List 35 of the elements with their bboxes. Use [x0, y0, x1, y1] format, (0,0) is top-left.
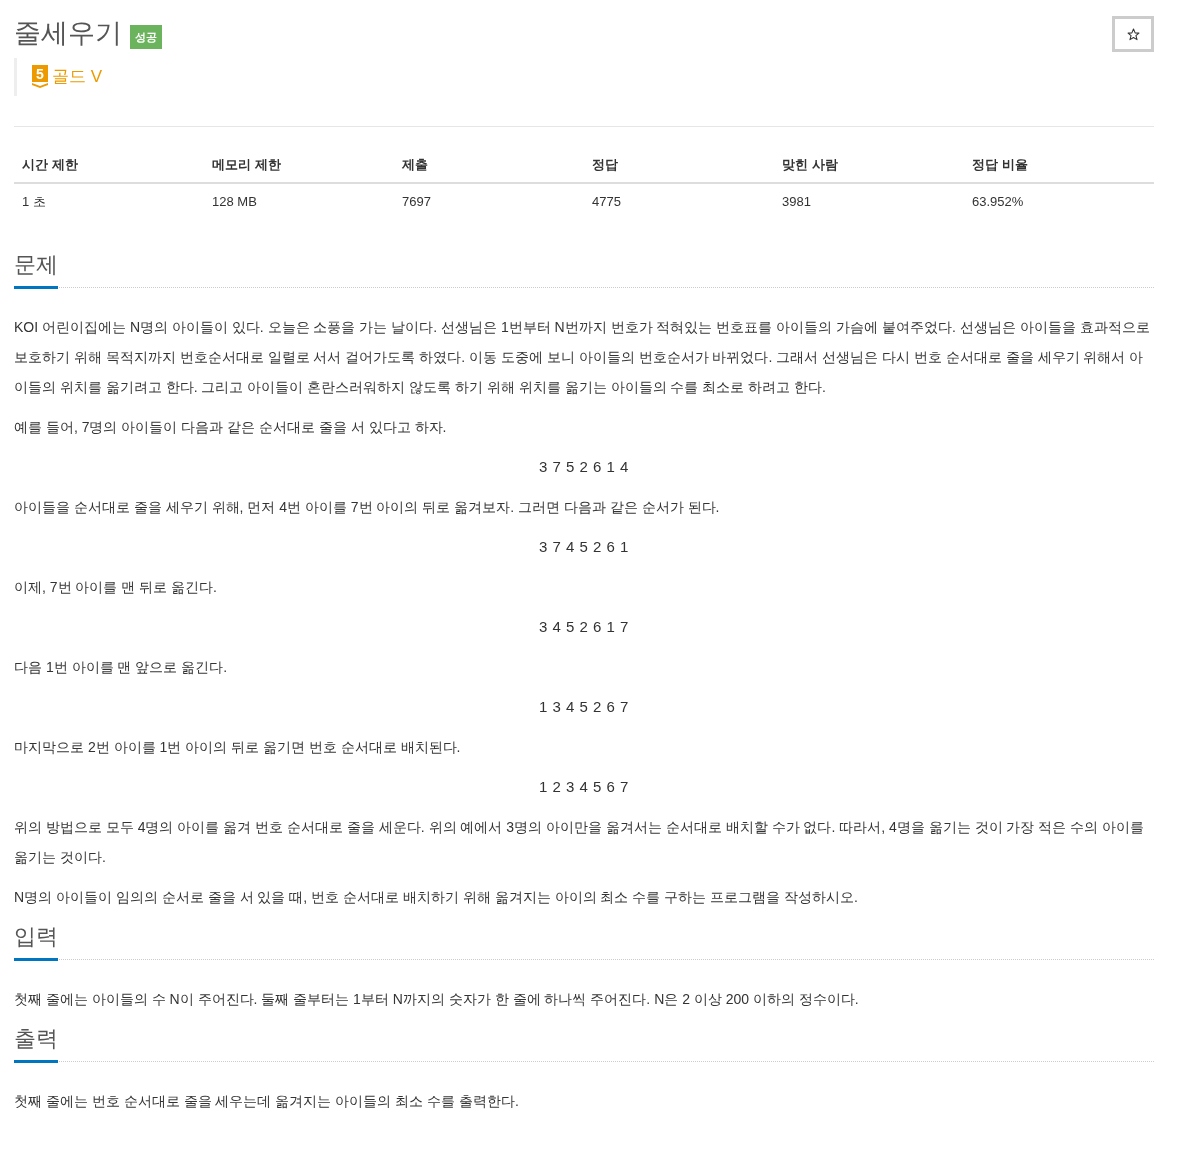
- paragraph: 이제, 7번 아이를 맨 뒤로 옮긴다.: [14, 578, 218, 597]
- problem-title: 줄세우기: [14, 17, 122, 50]
- table-cell: 4775: [584, 183, 774, 220]
- paragraph: 위의 방법으로 모두 4명의 아이를 옮겨 번호 순서대로 줄을 세운다. 위의 예에서 3명의 아이만을 옮겨서는 순서대로 배치할 수가 없다. 따라서, 4명을 옮기는 것이 가장 적은 수의 아이를 옮기는 것이다.: [14, 818, 1146, 867]
- paragraph: N명의 아이들이 임의의 순서로 줄을 서 있을 때, 번호 순서대로 배치하기 위해 옮겨지는 아이의 최소 수를 구하는 프로그램을 작성하시오.: [14, 888, 859, 907]
- column-header: 시간 제한: [14, 148, 204, 183]
- paragraph: 다음 1번 아이를 맨 앞으로 옮긴다.: [14, 658, 229, 677]
- column-header: 맞힌 사람: [774, 148, 964, 183]
- star-button[interactable]: [1112, 16, 1154, 52]
- table-cell: 1 초: [14, 183, 204, 220]
- number-sequence: 3 4 5 2 6 1 7: [538, 617, 630, 637]
- table-cell: 63.952%: [964, 183, 1154, 220]
- column-header: 정답 비율: [964, 148, 1154, 183]
- paragraph: 아이들을 순서대로 줄을 세우기 위해, 먼저 4번 아이를 7번 아이의 뒤로 옮겨보자. 그러면 다음과 같은 순서가 된다.: [14, 498, 721, 517]
- paragraph: 마지막으로 2번 아이를 1번 아이의 뒤로 옮기면 번호 순서대로 배치된다.: [14, 738, 462, 757]
- tier-label: 골드 V: [52, 65, 103, 88]
- number-sequence: 3 7 5 2 6 1 4: [538, 457, 630, 477]
- column-header: 제출: [394, 148, 584, 183]
- paragraph: 첫째 줄에는 아이들의 수 N이 주어진다. 둘째 줄부터는 1부터 N까지의 숫자가 한 줄에 하나씩 주어진다. N은 2 이상 200 이하의 정수이다.: [14, 990, 860, 1009]
- number-sequence: 1 2 3 4 5 6 7: [538, 777, 630, 797]
- section-title: 문제: [14, 250, 58, 289]
- column-header: 메모리 제한: [204, 148, 394, 183]
- table-cell: 128 MB: [204, 183, 394, 220]
- paragraph: KOI 어린이집에는 N명의 아이들이 있다. 오늘은 소풍을 가는 날이다. 선생님은 1번부터 N번까지 번호가 적혀있는 번호표를 아이들의 가슴에 붙여주었다. 선생님은 아이들을 효과적으로 보호하기 위해 목적지까지 번호순서대로 일렬로 서서 걸어가도록 하였다. 이동 도중에 보니 아이들의 번호순서가 바뀌었다. 그래서 선생님은 다시 번호 순서대로 줄을 세우기 위해서 아이들의 위치를 옮기려고 한다. 그리고 아이들이 혼란스러워하지 않도록 하기 위해 위치를 옮기는 아이들의 수를 최소로 하려고 한다.: [14, 318, 1151, 397]
- table-cell: 3981: [774, 183, 964, 220]
- paragraph: 예를 들어, 7명의 아이들이 다음과 같은 순서대로 줄을 서 있다고 하자.: [14, 418, 448, 437]
- number-sequence: 3 7 4 5 2 6 1: [538, 537, 630, 557]
- section-title: 출력: [14, 1024, 58, 1063]
- result-badge: 성공: [130, 25, 162, 49]
- star-icon: [1126, 27, 1140, 41]
- table-cell: 7697: [394, 183, 584, 220]
- paragraph: 첫째 줄에는 번호 순서대로 줄을 세우는데 옮겨지는 아이들의 최소 수를 출력한다.: [14, 1092, 520, 1111]
- section-title: 입력: [14, 922, 58, 961]
- column-header: 정답: [584, 148, 774, 183]
- number-sequence: 1 3 4 5 2 6 7: [538, 697, 630, 717]
